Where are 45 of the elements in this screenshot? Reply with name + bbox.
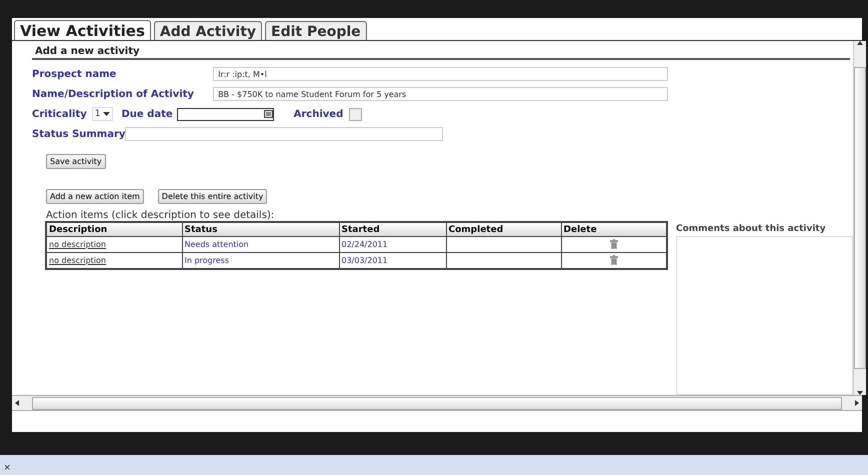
trash-icon[interactable] [610,238,618,248]
field-label: Status Summary [32,128,126,140]
column-header: Completed [446,222,561,236]
input-field[interactable] [125,127,444,141]
down-arrow-icon[interactable] [857,391,863,395]
table-cell: 02/24/2011 [339,236,446,252]
column-header: Status [182,222,339,236]
up-arrow-icon[interactable] [857,41,863,45]
column-header: Started [339,222,446,236]
comments-label: Comments about this activity [676,224,827,234]
field-label: Name/Description of Activity [32,88,195,100]
table-cell: 03/03/2011 [339,252,446,269]
close-button[interactable]: × [0,461,16,475]
horizontal-scrollbar[interactable] [12,395,862,411]
archived-checkbox[interactable] [349,108,362,120]
tab[interactable]: Edit People [265,21,367,40]
date-field[interactable] [176,108,274,120]
field-label: Archived [294,108,344,120]
column-header: Description [46,222,182,236]
right-arrow-icon[interactable] [855,400,859,406]
description-link[interactable]: no description [49,256,106,265]
table-cell: In progress [182,252,339,269]
action-button[interactable]: Add a new action item [46,189,144,204]
section-title: Add a new activity [32,46,850,60]
tab[interactable]: View Activities [14,20,151,40]
vertical-scrollbar[interactable] [853,41,866,395]
action-button[interactable]: Delete this entire activity [158,189,268,204]
criticality-dropdown[interactable]: 1 [92,107,114,121]
table-caption: Action items (click description to see details): [46,210,274,221]
caret-icon [103,112,110,116]
description-link[interactable]: no description [49,240,106,249]
field-label: Prospect name [32,68,118,80]
field-label: Due date [121,108,173,120]
tab[interactable]: Add Activity [154,21,262,40]
comments-field[interactable] [676,236,853,395]
table-cell[interactable]: no description [46,236,182,252]
trash-icon[interactable] [610,254,618,264]
table-cell: Needs attention [182,236,339,252]
calendar-icon[interactable] [264,110,273,118]
input-field[interactable]: BB - $750K to name Student Forum for 5 years [213,87,668,101]
left-arrow-icon[interactable] [15,400,19,406]
save-button[interactable]: Save activity [46,154,106,169]
field-label: Criticality [32,108,87,120]
input-field[interactable]: Ir:r :ip:t, M•l [213,67,668,81]
column-header: Delete [561,222,667,236]
